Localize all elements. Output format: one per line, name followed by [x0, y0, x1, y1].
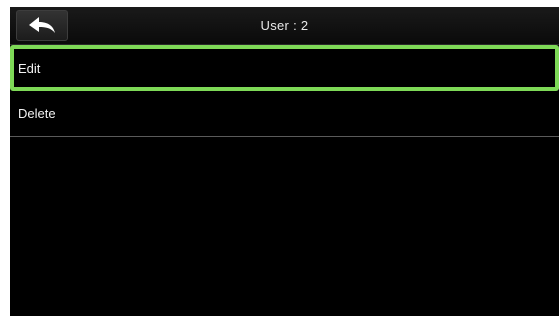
- menu-list: Edit Delete: [10, 45, 559, 137]
- back-button[interactable]: [16, 10, 68, 41]
- menu-item-delete[interactable]: Delete: [10, 91, 559, 137]
- screen: User : 2 Edit Delete: [10, 7, 559, 316]
- header-bar: User : 2: [10, 7, 559, 45]
- back-arrow-icon: [27, 16, 57, 36]
- menu-item-edit[interactable]: Edit: [10, 45, 559, 91]
- menu-item-label: Delete: [18, 106, 56, 121]
- device-frame: User : 2 Edit Delete: [0, 0, 559, 316]
- page-title: User : 2: [260, 18, 309, 33]
- menu-item-label: Edit: [18, 60, 41, 76]
